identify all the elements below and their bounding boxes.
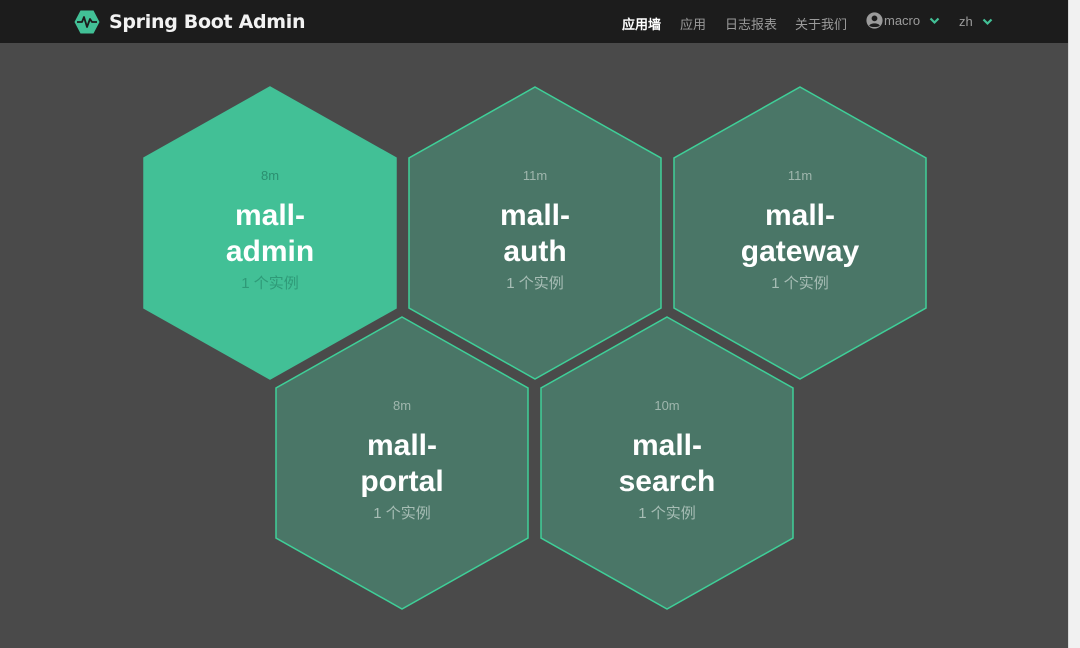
app-instance-count: 1 个实例 — [771, 275, 829, 292]
app-name: mall- admin — [143, 198, 397, 270]
user-name: macro — [884, 13, 921, 28]
app-uptime: 11m — [522, 168, 548, 183]
page-scrollbar[interactable] — [1068, 0, 1080, 648]
brand-title: Spring Boot Admin — [109, 11, 306, 33]
app-name-line1: mall- — [234, 199, 306, 232]
user-menu-dropdown[interactable]: macro — [866, 12, 940, 29]
app-instance-count: 1 个实例 — [638, 505, 696, 522]
app-name-line2: search — [618, 465, 716, 498]
app-name-line1: mall- — [631, 429, 703, 462]
app-name-line1: mall- — [366, 429, 438, 462]
chevron-down-icon — [982, 18, 993, 25]
app-uptime: 11m — [787, 168, 813, 183]
app-name: mall- search — [540, 428, 794, 500]
nav-item-app-wall[interactable]: 应用墙 — [622, 14, 661, 33]
chevron-down-icon — [929, 17, 940, 24]
app-name: mall- gateway — [673, 198, 927, 270]
app-instance-count: 1 个实例 — [373, 505, 431, 522]
language-label: zh — [959, 14, 973, 29]
user-avatar-icon — [866, 12, 883, 29]
app-name: mall- portal — [275, 428, 529, 500]
app-name-line2: portal — [360, 465, 444, 498]
app-name-line2: gateway — [740, 235, 860, 268]
app-name-line2: admin — [225, 235, 315, 268]
heartbeat-hex-icon — [74, 10, 100, 34]
app-instance-count: 1 个实例 — [506, 275, 564, 292]
app-name-line2: auth — [503, 235, 567, 268]
app-tile-mall-portal[interactable]: 8m mall- portal 1 个实例 — [275, 316, 529, 610]
app-name-line1: mall- — [764, 199, 836, 232]
brand-link[interactable]: Spring Boot Admin — [74, 10, 306, 34]
app-instance-count: 1 个实例 — [241, 275, 299, 292]
nav-item-log-reports[interactable]: 日志报表 — [725, 14, 777, 33]
app-uptime: 8m — [260, 168, 280, 183]
app-name-line1: mall- — [499, 199, 571, 232]
language-dropdown[interactable]: zh — [959, 14, 993, 29]
app-uptime: 8m — [392, 398, 412, 413]
app-uptime: 10m — [654, 398, 680, 413]
app-tile-mall-search[interactable]: 10m mall- search 1 个实例 — [540, 316, 794, 610]
top-navbar: Spring Boot Admin 应用墙 应用 日志报表 关于我们 macro… — [0, 0, 1068, 43]
nav-item-applications[interactable]: 应用 — [680, 14, 706, 33]
app-name: mall- auth — [408, 198, 662, 270]
nav-item-about-us[interactable]: 关于我们 — [795, 14, 847, 33]
